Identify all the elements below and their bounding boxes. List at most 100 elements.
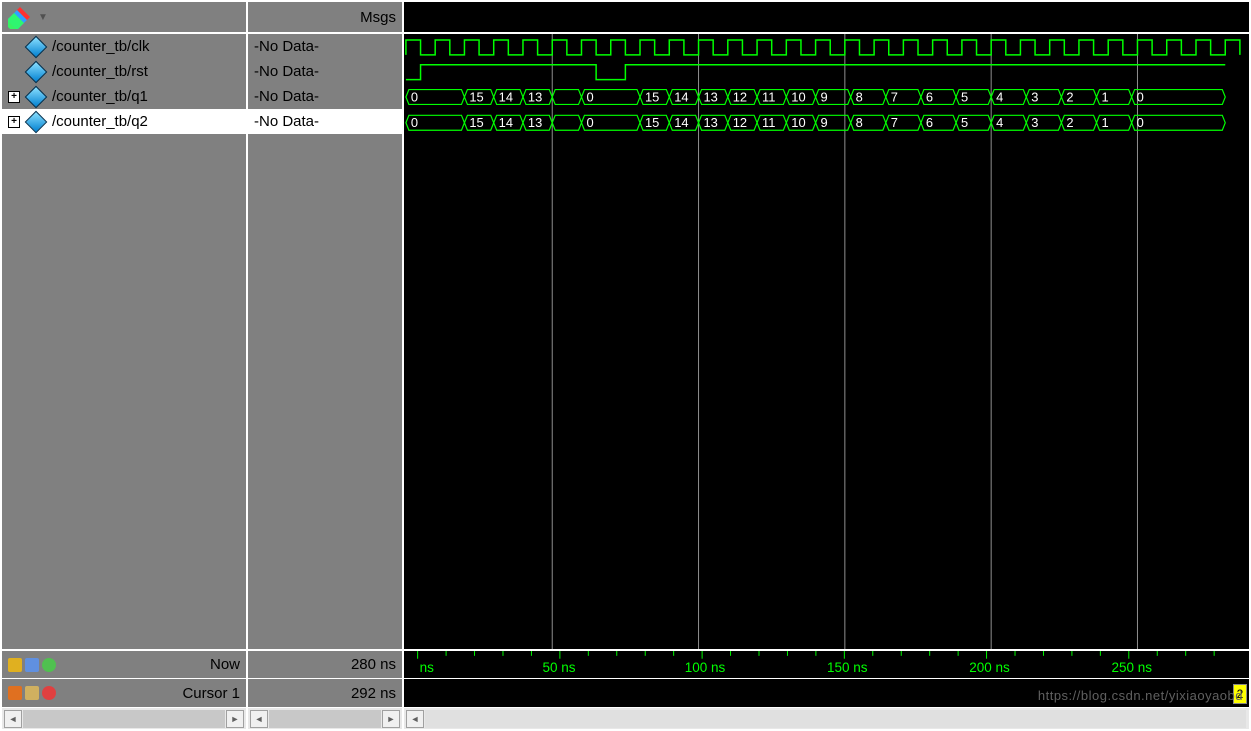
svg-text:1: 1: [1101, 115, 1108, 130]
msgs-list: -No Data- -No Data- -No Data- -No Data-: [248, 34, 402, 649]
now-label: Now: [210, 656, 240, 673]
app-icon: [8, 5, 32, 29]
svg-text:13: 13: [704, 89, 718, 104]
expand-icon[interactable]: +: [8, 91, 20, 103]
svg-text:9: 9: [821, 89, 828, 104]
svg-text:15: 15: [469, 89, 483, 104]
signal-name: /counter_tb/clk: [52, 38, 240, 55]
msg-row[interactable]: -No Data-: [248, 34, 402, 59]
svg-text:0: 0: [1137, 89, 1144, 104]
signal-name: /counter_tb/q1: [52, 88, 240, 105]
signals-footer: Now Cursor 1: [2, 649, 246, 707]
svg-text:14: 14: [674, 115, 688, 130]
svg-text:4: 4: [996, 115, 1003, 130]
signal-row[interactable]: /counter_tb/rst: [2, 59, 246, 84]
svg-text:250 ns: 250 ns: [1111, 660, 1152, 675]
now-row: Now: [2, 651, 246, 679]
svg-text:11: 11: [762, 115, 775, 130]
svg-text:14: 14: [674, 89, 688, 104]
svg-text:12: 12: [733, 115, 747, 130]
signal-row[interactable]: + /counter_tb/q2: [2, 109, 246, 134]
svg-text:12: 12: [733, 89, 747, 104]
signals-header[interactable]: ▼: [2, 2, 246, 34]
msgs-panel: Msgs -No Data--No Data--No Data--No Data…: [247, 0, 403, 731]
svg-text:2: 2: [1066, 89, 1073, 104]
svg-text:0: 0: [586, 89, 593, 104]
svg-text:3: 3: [1031, 115, 1038, 130]
wave-header: [404, 2, 1249, 34]
signal-name: /counter_tb/q2: [52, 113, 240, 130]
svg-text:ns: ns: [420, 660, 435, 675]
svg-text:3: 3: [1031, 89, 1038, 104]
wave-body[interactable]: 0151413015141312111098765432100151413015…: [404, 34, 1249, 649]
cursor-icons: [8, 686, 56, 700]
signals-panel: ▼ /counter_tb/clk/counter_tb/rst+/counte…: [0, 0, 247, 731]
waveform-svg[interactable]: 0151413015141312111098765432100151413015…: [404, 34, 1249, 649]
expand-icon[interactable]: +: [8, 116, 20, 128]
svg-text:8: 8: [856, 115, 863, 130]
signal-name: /counter_tb/rst: [52, 63, 240, 80]
svg-text:7: 7: [891, 89, 898, 104]
signal-row[interactable]: /counter_tb/clk: [2, 34, 246, 59]
svg-text:10: 10: [791, 89, 805, 104]
wave-panel: 0151413015141312111098765432100151413015…: [403, 0, 1251, 731]
svg-text:11: 11: [762, 89, 775, 104]
svg-text:1: 1: [1101, 89, 1108, 104]
svg-text:6: 6: [926, 89, 933, 104]
signal-icon: [25, 85, 48, 108]
svg-text:4: 4: [996, 89, 1003, 104]
svg-text:15: 15: [645, 89, 659, 104]
cursor-marker[interactable]: 2: [1233, 684, 1247, 704]
svg-text:5: 5: [961, 89, 968, 104]
svg-text:0: 0: [586, 115, 593, 130]
signals-scrollbar[interactable]: ◄►: [2, 707, 246, 729]
msg-text: -No Data-: [254, 88, 319, 105]
svg-text:150 ns: 150 ns: [827, 660, 868, 675]
svg-text:13: 13: [528, 89, 542, 104]
signal-icon: [25, 35, 48, 58]
svg-text:0: 0: [411, 89, 418, 104]
signal-row[interactable]: + /counter_tb/q1: [2, 84, 246, 109]
msg-row[interactable]: -No Data-: [248, 59, 402, 84]
cursor-value: 292 ns: [351, 685, 396, 702]
cursor-value-cell: 292 ns: [248, 679, 402, 707]
msgs-header[interactable]: Msgs: [248, 2, 402, 34]
signals-list: /counter_tb/clk/counter_tb/rst + /counter_…: [2, 34, 246, 649]
wave-footer: ns 50 ns 100 ns 150 ns 200 ns 250 ns 2: [404, 649, 1249, 707]
svg-text:100 ns: 100 ns: [685, 660, 726, 675]
wave-scrollbar[interactable]: ◄: [404, 707, 1249, 729]
msgs-label: Msgs: [360, 9, 396, 26]
svg-text:13: 13: [528, 115, 542, 130]
cursor-row[interactable]: Cursor 1: [2, 679, 246, 707]
signal-icon: [25, 60, 48, 83]
msg-text: -No Data-: [254, 113, 319, 130]
svg-text:200 ns: 200 ns: [969, 660, 1010, 675]
scroll-left-icon[interactable]: ◄: [406, 710, 424, 728]
svg-text:6: 6: [926, 115, 933, 130]
svg-text:15: 15: [469, 115, 483, 130]
now-icons: [8, 658, 56, 672]
signal-icon: [25, 110, 48, 133]
svg-text:10: 10: [791, 115, 805, 130]
svg-text:50 ns: 50 ns: [543, 660, 576, 675]
svg-text:0: 0: [411, 115, 418, 130]
wave-cursor-track[interactable]: 2: [404, 679, 1249, 707]
svg-text:7: 7: [891, 115, 898, 130]
scroll-right-icon[interactable]: ►: [226, 710, 244, 728]
scroll-left-icon[interactable]: ◄: [4, 710, 22, 728]
wave-ruler[interactable]: ns 50 ns 100 ns 150 ns 200 ns 250 ns: [404, 651, 1249, 679]
svg-text:2: 2: [1066, 115, 1073, 130]
msg-text: -No Data-: [254, 38, 319, 55]
scroll-right-icon[interactable]: ►: [382, 710, 400, 728]
svg-text:14: 14: [499, 115, 513, 130]
msg-row[interactable]: -No Data-: [248, 109, 402, 134]
msgs-scrollbar[interactable]: ◄►: [248, 707, 402, 729]
svg-text:14: 14: [499, 89, 513, 104]
svg-text:15: 15: [645, 115, 659, 130]
scroll-left-icon[interactable]: ◄: [250, 710, 268, 728]
cursor-label: Cursor 1: [182, 685, 240, 702]
now-value: 280 ns: [351, 656, 396, 673]
msg-text: -No Data-: [254, 63, 319, 80]
dropdown-icon[interactable]: ▼: [38, 12, 48, 23]
msg-row[interactable]: -No Data-: [248, 84, 402, 109]
